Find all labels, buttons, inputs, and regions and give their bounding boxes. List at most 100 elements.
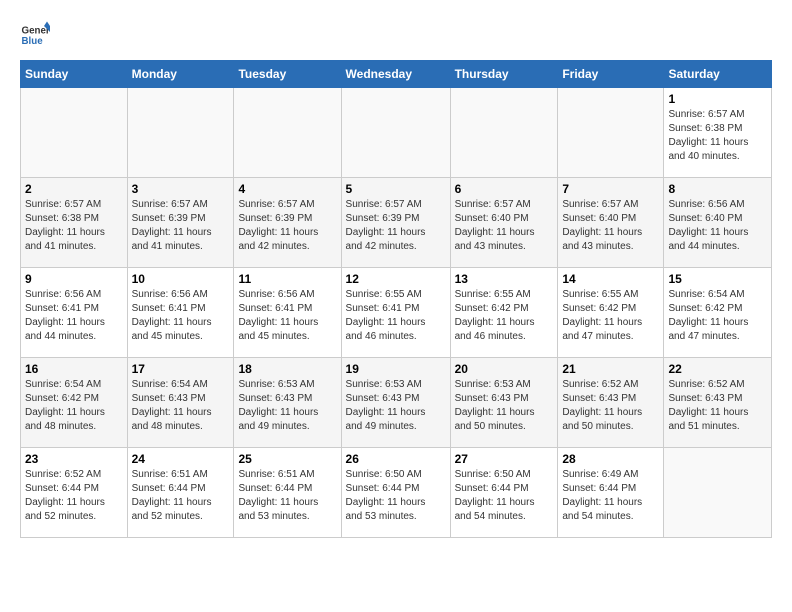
header-saturday: Saturday [664, 61, 772, 88]
day-number: 7 [562, 182, 659, 196]
day-number: 26 [346, 452, 446, 466]
calendar-cell [234, 88, 341, 178]
day-number: 14 [562, 272, 659, 286]
day-number: 12 [346, 272, 446, 286]
calendar-cell: 28 Sunrise: 6:49 AM Sunset: 6:44 PM Dayli… [558, 448, 664, 538]
day-number: 10 [132, 272, 230, 286]
week-row-2: 9 Sunrise: 6:56 AM Sunset: 6:41 PM Daylig… [21, 268, 772, 358]
header-wednesday: Wednesday [341, 61, 450, 88]
week-row-0: 1 Sunrise: 6:57 AM Sunset: 6:38 PM Daylig… [21, 88, 772, 178]
day-number: 18 [238, 362, 336, 376]
calendar-cell: 1 Sunrise: 6:57 AM Sunset: 6:38 PM Daylig… [664, 88, 772, 178]
day-number: 11 [238, 272, 336, 286]
calendar-cell [21, 88, 128, 178]
day-info: Sunrise: 6:53 AM Sunset: 6:43 PM Dayligh… [346, 378, 446, 434]
day-info: Sunrise: 6:57 AM Sunset: 6:38 PM Dayligh… [25, 198, 123, 254]
header-monday: Monday [127, 61, 234, 88]
day-number: 15 [668, 272, 767, 286]
day-number: 23 [25, 452, 123, 466]
day-number: 20 [455, 362, 554, 376]
day-info: Sunrise: 6:54 AM Sunset: 6:42 PM Dayligh… [25, 378, 123, 434]
week-row-4: 23 Sunrise: 6:52 AM Sunset: 6:44 PM Dayli… [21, 448, 772, 538]
day-number: 24 [132, 452, 230, 466]
day-number: 25 [238, 452, 336, 466]
calendar-cell: 3Sunrise: 6:57 AM Sunset: 6:39 PM Daylig… [127, 178, 234, 268]
day-info: Sunrise: 6:55 AM Sunset: 6:41 PM Dayligh… [346, 288, 446, 344]
day-info: Sunrise: 6:50 AM Sunset: 6:44 PM Dayligh… [346, 468, 446, 524]
calendar-cell: 26 Sunrise: 6:50 AM Sunset: 6:44 PM Dayli… [341, 448, 450, 538]
calendar-cell: 15 Sunrise: 6:54 AM Sunset: 6:42 PM Dayli… [664, 268, 772, 358]
calendar-cell [341, 88, 450, 178]
calendar-cell: 24 Sunrise: 6:51 AM Sunset: 6:44 PM Dayli… [127, 448, 234, 538]
calendar-cell: 21 Sunrise: 6:52 AM Sunset: 6:43 PM Dayli… [558, 358, 664, 448]
day-number: 27 [455, 452, 554, 466]
day-number: 19 [346, 362, 446, 376]
calendar-cell: 22Sunrise: 6:52 AM Sunset: 6:43 PM Dayli… [664, 358, 772, 448]
week-row-3: 16 Sunrise: 6:54 AM Sunset: 6:42 PM Dayli… [21, 358, 772, 448]
calendar-cell [127, 88, 234, 178]
calendar-cell: 19 Sunrise: 6:53 AM Sunset: 6:43 PM Dayli… [341, 358, 450, 448]
day-info: Sunrise: 6:57 AM Sunset: 6:40 PM Dayligh… [562, 198, 659, 254]
calendar-cell: 20Sunrise: 6:53 AM Sunset: 6:43 PM Dayli… [450, 358, 558, 448]
day-info: Sunrise: 6:52 AM Sunset: 6:44 PM Dayligh… [25, 468, 123, 524]
header-tuesday: Tuesday [234, 61, 341, 88]
day-number: 16 [25, 362, 123, 376]
day-info: Sunrise: 6:51 AM Sunset: 6:44 PM Dayligh… [238, 468, 336, 524]
calendar-cell: 5 Sunrise: 6:57 AM Sunset: 6:39 PM Daylig… [341, 178, 450, 268]
svg-text:Blue: Blue [22, 36, 44, 47]
calendar-cell [664, 448, 772, 538]
day-info: Sunrise: 6:54 AM Sunset: 6:43 PM Dayligh… [132, 378, 230, 434]
week-row-1: 2 Sunrise: 6:57 AM Sunset: 6:38 PM Daylig… [21, 178, 772, 268]
day-info: Sunrise: 6:57 AM Sunset: 6:39 PM Dayligh… [132, 198, 230, 254]
day-number: 21 [562, 362, 659, 376]
calendar-cell: 4 Sunrise: 6:57 AM Sunset: 6:39 PM Daylig… [234, 178, 341, 268]
header-friday: Friday [558, 61, 664, 88]
page-header: General Blue [20, 20, 772, 50]
day-number: 28 [562, 452, 659, 466]
calendar-cell: 6 Sunrise: 6:57 AM Sunset: 6:40 PM Daylig… [450, 178, 558, 268]
logo-icon: General Blue [20, 20, 50, 50]
day-info: Sunrise: 6:53 AM Sunset: 6:43 PM Dayligh… [238, 378, 336, 434]
logo: General Blue [20, 20, 50, 50]
calendar-cell [450, 88, 558, 178]
calendar-cell: 8 Sunrise: 6:56 AM Sunset: 6:40 PM Daylig… [664, 178, 772, 268]
day-number: 6 [455, 182, 554, 196]
calendar-cell: 17 Sunrise: 6:54 AM Sunset: 6:43 PM Dayli… [127, 358, 234, 448]
day-number: 1 [668, 92, 767, 106]
day-number: 13 [455, 272, 554, 286]
day-info: Sunrise: 6:56 AM Sunset: 6:41 PM Dayligh… [25, 288, 123, 344]
day-info: Sunrise: 6:57 AM Sunset: 6:38 PM Dayligh… [668, 108, 767, 164]
calendar-cell: 16 Sunrise: 6:54 AM Sunset: 6:42 PM Dayli… [21, 358, 128, 448]
calendar-cell: 23 Sunrise: 6:52 AM Sunset: 6:44 PM Dayli… [21, 448, 128, 538]
calendar-cell: 25 Sunrise: 6:51 AM Sunset: 6:44 PM Dayli… [234, 448, 341, 538]
day-number: 5 [346, 182, 446, 196]
day-number: 8 [668, 182, 767, 196]
day-info: Sunrise: 6:56 AM Sunset: 6:41 PM Dayligh… [238, 288, 336, 344]
day-info: Sunrise: 6:57 AM Sunset: 6:39 PM Dayligh… [238, 198, 336, 254]
day-info: Sunrise: 6:52 AM Sunset: 6:43 PM Dayligh… [562, 378, 659, 434]
header-sunday: Sunday [21, 61, 128, 88]
day-info: Sunrise: 6:50 AM Sunset: 6:44 PM Dayligh… [455, 468, 554, 524]
header-thursday: Thursday [450, 61, 558, 88]
calendar-cell: 27 Sunrise: 6:50 AM Sunset: 6:44 PM Dayli… [450, 448, 558, 538]
calendar-cell: 18 Sunrise: 6:53 AM Sunset: 6:43 PM Dayli… [234, 358, 341, 448]
calendar-cell: 12 Sunrise: 6:55 AM Sunset: 6:41 PM Dayli… [341, 268, 450, 358]
day-number: 4 [238, 182, 336, 196]
calendar-table: SundayMondayTuesdayWednesdayThursdayFrid… [20, 60, 772, 538]
day-number: 2 [25, 182, 123, 196]
day-info: Sunrise: 6:55 AM Sunset: 6:42 PM Dayligh… [455, 288, 554, 344]
calendar-cell: 13 Sunrise: 6:55 AM Sunset: 6:42 PM Dayli… [450, 268, 558, 358]
day-number: 9 [25, 272, 123, 286]
day-info: Sunrise: 6:57 AM Sunset: 6:39 PM Dayligh… [346, 198, 446, 254]
header-row: SundayMondayTuesdayWednesdayThursdayFrid… [21, 61, 772, 88]
day-number: 17 [132, 362, 230, 376]
calendar-cell: 11 Sunrise: 6:56 AM Sunset: 6:41 PM Dayli… [234, 268, 341, 358]
day-info: Sunrise: 6:49 AM Sunset: 6:44 PM Dayligh… [562, 468, 659, 524]
calendar-cell: 9 Sunrise: 6:56 AM Sunset: 6:41 PM Daylig… [21, 268, 128, 358]
day-info: Sunrise: 6:54 AM Sunset: 6:42 PM Dayligh… [668, 288, 767, 344]
day-info: Sunrise: 6:56 AM Sunset: 6:41 PM Dayligh… [132, 288, 230, 344]
day-info: Sunrise: 6:56 AM Sunset: 6:40 PM Dayligh… [668, 198, 767, 254]
day-info: Sunrise: 6:51 AM Sunset: 6:44 PM Dayligh… [132, 468, 230, 524]
calendar-cell [558, 88, 664, 178]
day-info: Sunrise: 6:57 AM Sunset: 6:40 PM Dayligh… [455, 198, 554, 254]
